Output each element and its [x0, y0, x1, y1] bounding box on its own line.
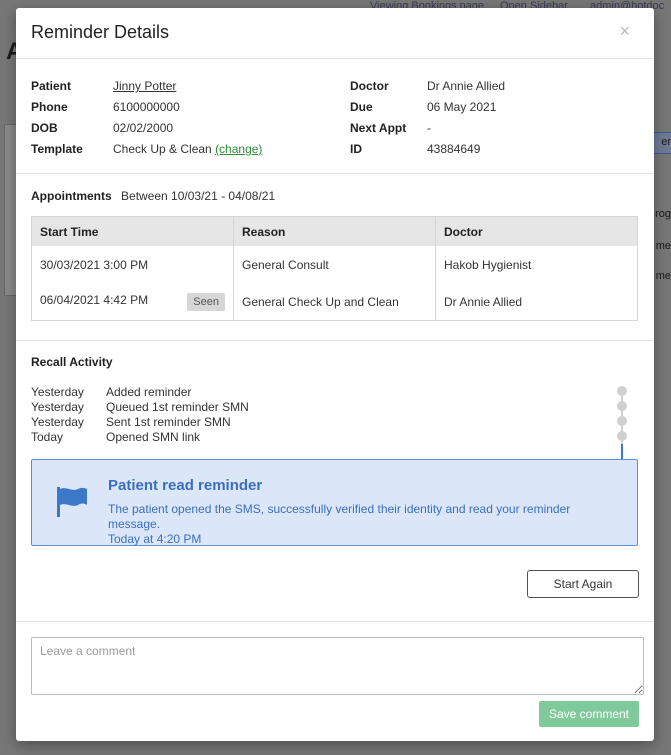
- phone-value: 6100000000: [113, 100, 180, 114]
- template-value-wrap: Check Up & Clean (change): [113, 142, 262, 156]
- activity-when: Yesterday: [31, 415, 84, 429]
- activity-item: Yesterday Queued 1st reminder SMN: [31, 400, 249, 414]
- comment-section: Save comment: [16, 622, 654, 742]
- due-value: 06 May 2021: [427, 100, 497, 114]
- appointment-doctor: Dr Annie Allied: [435, 283, 638, 321]
- timeline-dot: [617, 431, 627, 441]
- appointment-start: 06/04/2021 4:42 PM Seen: [31, 283, 234, 321]
- column-doctor: Doctor: [435, 216, 638, 246]
- activity-what: Opened SMN link: [106, 430, 201, 444]
- save-comment-button[interactable]: Save comment: [539, 701, 639, 727]
- next-appt-label: Next Appt: [350, 121, 407, 135]
- recall-activity-section: Recall Activity Yesterday Added reminder …: [16, 341, 654, 622]
- doctor-label: Doctor: [350, 79, 389, 93]
- recall-activity-title: Recall Activity: [31, 355, 113, 369]
- patient-read-callout: Patient read reminder The patient opened…: [31, 459, 638, 546]
- comment-input[interactable]: [31, 637, 644, 695]
- background-fragment: me: [655, 240, 671, 252]
- dob-label: DOB: [31, 121, 58, 135]
- close-button[interactable]: ×: [619, 22, 630, 40]
- patient-label: Patient: [31, 79, 72, 93]
- flag-icon: [57, 487, 87, 517]
- doctor-value: Dr Annie Allied: [427, 79, 506, 93]
- dob-value: 02/02/2000: [113, 121, 174, 135]
- background-fragment: rog: [655, 208, 671, 220]
- activity-item: Yesterday Sent 1st reminder SMN: [31, 415, 231, 429]
- appointments-label: Appointments: [31, 189, 112, 203]
- callout-title: Patient read reminder: [108, 477, 263, 494]
- background-fragment: er: [661, 136, 671, 148]
- activity-item: Yesterday Added reminder: [31, 385, 191, 399]
- start-again-button[interactable]: Start Again: [527, 570, 639, 598]
- background-fragment: me: [655, 270, 671, 282]
- template-value: Check Up & Clean: [113, 142, 212, 156]
- modal-header: Reminder Details ×: [16, 8, 654, 59]
- appointments-header: Appointments Between 10/03/21 - 04/08/21: [31, 189, 275, 203]
- reminder-details-modal: Reminder Details × Patient Jinny Potter …: [16, 8, 654, 741]
- activity-when: Yesterday: [31, 385, 84, 399]
- id-value: 43884649: [427, 142, 481, 156]
- due-label: Due: [350, 100, 373, 114]
- patient-link[interactable]: Jinny Potter: [113, 79, 176, 93]
- activity-what: Queued 1st reminder SMN: [106, 400, 249, 414]
- table-row[interactable]: 30/03/2021 3:00 PM General Consult Hakob…: [31, 246, 638, 283]
- timeline-dot: [617, 401, 627, 411]
- column-start-time: Start Time: [31, 216, 234, 246]
- appointment-start-text: 30/03/2021 3:00 PM: [40, 257, 149, 272]
- column-reason: Reason: [233, 216, 436, 246]
- activity-what: Sent 1st reminder SMN: [106, 415, 231, 429]
- table-row[interactable]: 06/04/2021 4:42 PM Seen General Check Up …: [31, 283, 638, 321]
- seen-badge: Seen: [187, 292, 225, 311]
- appointment-doctor: Hakob Hygienist: [435, 246, 638, 283]
- appointment-start: 30/03/2021 3:00 PM: [31, 246, 234, 283]
- next-appt-value: -: [427, 121, 431, 135]
- timeline-dot: [617, 416, 627, 426]
- callout-message: The patient opened the SMS, successfully…: [108, 502, 571, 531]
- timeline-dot: [617, 386, 627, 396]
- appointments-range: Between 10/03/21 - 04/08/21: [121, 189, 276, 203]
- appointment-start-text: 06/04/2021 4:42 PM: [40, 292, 149, 307]
- phone-label: Phone: [31, 100, 68, 114]
- callout-time: Today at 4:20 PM: [108, 532, 202, 546]
- activity-what: Added reminder: [106, 385, 192, 399]
- id-label: ID: [350, 142, 362, 156]
- template-change-link[interactable]: (change): [215, 142, 262, 156]
- appointment-reason: General Consult: [233, 246, 436, 283]
- reminder-details-section: Patient Jinny Potter Phone 6100000000 DO…: [16, 59, 654, 174]
- template-label: Template: [31, 142, 83, 156]
- modal-title: Reminder Details: [31, 22, 170, 42]
- activity-item: Today Opened SMN link: [31, 430, 200, 444]
- callout-body: The patient opened the SMS, successfully…: [108, 502, 618, 547]
- appointments-section: Appointments Between 10/03/21 - 04/08/21…: [16, 174, 654, 341]
- activity-when: Yesterday: [31, 400, 84, 414]
- appointment-reason: General Check Up and Clean: [233, 283, 436, 321]
- table-header-row: Start Time Reason Doctor: [31, 216, 638, 246]
- activity-when: Today: [31, 430, 64, 444]
- appointments-table: Start Time Reason Doctor 30/03/2021 3:00…: [31, 216, 638, 321]
